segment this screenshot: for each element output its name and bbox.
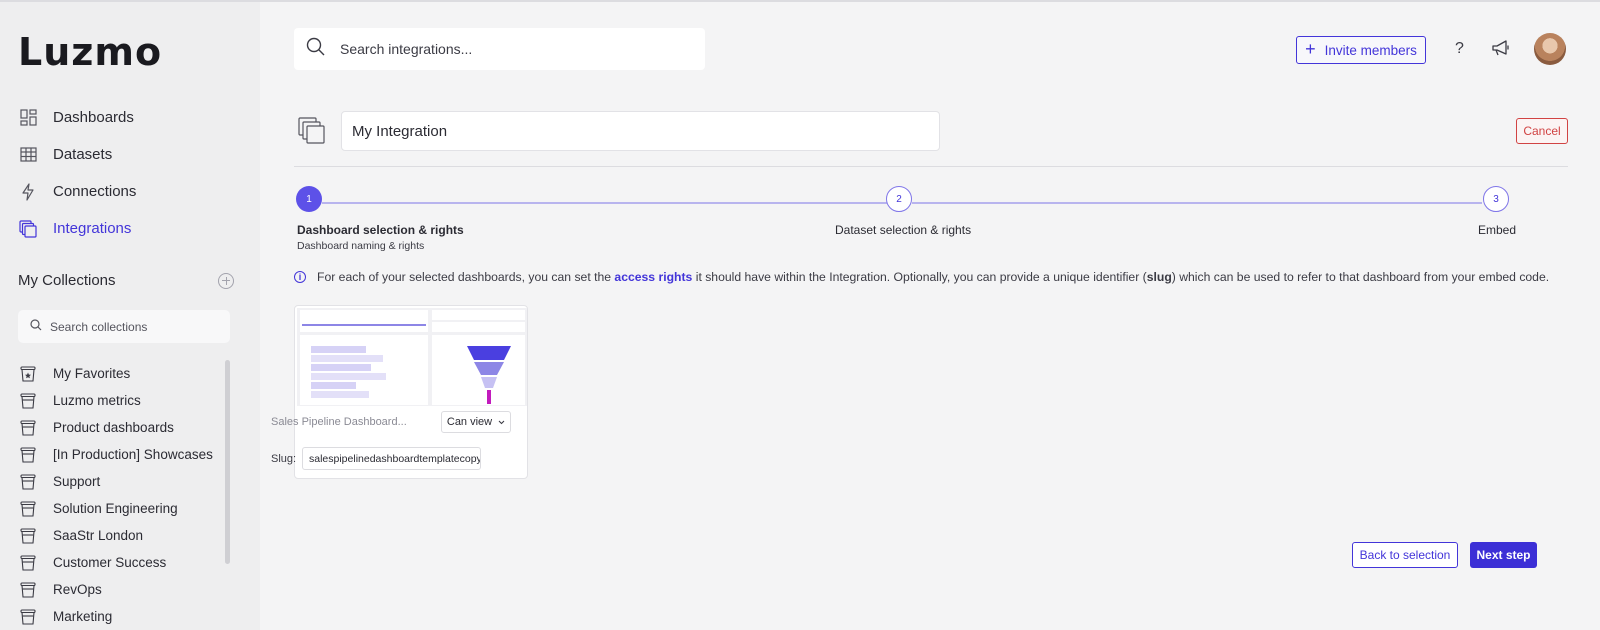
- info-text: it should have within the Integration. O…: [692, 270, 1147, 284]
- step-connector: [912, 202, 1482, 204]
- favorites-collection-icon: [20, 365, 37, 382]
- collection-item[interactable]: Customer Success: [20, 549, 220, 576]
- plus-icon: +: [1305, 38, 1316, 59]
- dashboard-thumbnail[interactable]: [297, 308, 527, 406]
- step-1-label: Dashboard selection & rights: [297, 223, 464, 237]
- step-1-circle[interactable]: 1: [296, 186, 322, 212]
- divider: [294, 166, 1568, 167]
- collection-icon: [20, 392, 37, 409]
- integration-name-input[interactable]: [341, 111, 940, 151]
- dashboards-icon: [18, 108, 38, 128]
- collections-search-input[interactable]: [50, 319, 220, 334]
- sidebar: Luzmo Dashboards Datasets Connections In…: [0, 0, 260, 630]
- collections-list: My Favorites Luzmo metrics Product dashb…: [20, 360, 220, 630]
- integrations-search: [294, 28, 705, 70]
- slug-label: Slug:: [271, 453, 297, 465]
- integration-icon: [298, 117, 326, 150]
- next-step-button[interactable]: Next step: [1470, 542, 1537, 568]
- step-3-circle[interactable]: 3: [1483, 186, 1509, 212]
- collection-icon: [20, 608, 37, 625]
- collection-label: Product dashboards: [53, 420, 174, 435]
- nav-label: Dashboards: [53, 109, 134, 126]
- collection-item[interactable]: Marketing: [20, 603, 220, 630]
- collections-header: My Collections: [18, 272, 234, 289]
- collection-icon: [20, 446, 37, 463]
- collection-icon: [20, 500, 37, 517]
- collection-label: [In Production] Showcases: [53, 447, 213, 462]
- collection-item[interactable]: SaaStr London: [20, 522, 220, 549]
- access-rights-link[interactable]: access rights: [614, 270, 692, 284]
- megaphone-icon[interactable]: [1492, 40, 1510, 61]
- collection-icon: [20, 473, 37, 490]
- help-icon[interactable]: ?: [1455, 40, 1464, 58]
- main-nav: Dashboards Datasets Connections Integrat…: [18, 99, 248, 247]
- invite-members-label: Invite members: [1324, 42, 1417, 58]
- collections-title: My Collections: [18, 272, 116, 289]
- permission-value: Can view: [446, 416, 493, 428]
- nav-item-dashboards[interactable]: Dashboards: [18, 99, 248, 136]
- collection-label: RevOps: [53, 582, 102, 597]
- nav-label: Integrations: [53, 220, 132, 237]
- step-2-label: Dataset selection & rights: [835, 223, 972, 237]
- collection-label: Solution Engineering: [53, 501, 178, 516]
- luzmo-logo[interactable]: Luzmo: [18, 30, 162, 74]
- collection-label: Marketing: [53, 609, 113, 624]
- info-text: ) which can be used to refer to that das…: [1171, 270, 1550, 284]
- permission-dropdown[interactable]: Can view: [441, 411, 511, 433]
- lightning-icon: [18, 182, 38, 202]
- collection-item[interactable]: Luzmo metrics: [20, 387, 220, 414]
- dashboard-name: Sales Pipeline Dashboard...: [271, 416, 407, 428]
- collection-icon: [20, 554, 37, 571]
- integrations-search-input[interactable]: [340, 41, 670, 57]
- back-to-selection-button[interactable]: Back to selection: [1352, 542, 1458, 568]
- integrations-icon: [18, 219, 38, 239]
- collection-item[interactable]: My Favorites: [20, 360, 220, 387]
- nav-item-datasets[interactable]: Datasets: [18, 136, 248, 173]
- main-content: + Invite members ? Cancel 1 2 3 Dashboar…: [260, 0, 1600, 630]
- step-3-label: Embed: [1478, 223, 1517, 237]
- slug-input[interactable]: [302, 447, 481, 470]
- collection-label: SaaStr London: [53, 528, 144, 543]
- step-connector: [322, 202, 888, 204]
- info-text: For each of your selected dashboards, yo…: [317, 270, 615, 284]
- invite-members-button[interactable]: + Invite members: [1296, 36, 1426, 64]
- collection-icon: [20, 527, 37, 544]
- collection-item[interactable]: Solution Engineering: [20, 495, 220, 522]
- cancel-button[interactable]: Cancel: [1516, 118, 1568, 144]
- info-message: i For each of your selected dashboards, …: [294, 270, 1584, 284]
- nav-label: Datasets: [53, 146, 113, 163]
- collection-label: Customer Success: [53, 555, 167, 570]
- chevron-down-icon: [498, 416, 505, 428]
- collection-icon: [20, 419, 37, 436]
- datasets-icon: [18, 145, 38, 165]
- nav-item-integrations[interactable]: Integrations: [18, 210, 248, 247]
- user-avatar[interactable]: [1534, 33, 1566, 65]
- collection-item[interactable]: Product dashboards: [20, 414, 220, 441]
- info-icon: i: [294, 271, 306, 283]
- add-collection-icon[interactable]: [218, 272, 234, 289]
- collection-label: Luzmo metrics: [53, 393, 141, 408]
- collections-search: [18, 310, 230, 343]
- collection-item[interactable]: RevOps: [20, 576, 220, 603]
- step-2-circle[interactable]: 2: [886, 186, 912, 212]
- search-icon: [30, 318, 42, 336]
- nav-label: Connections: [53, 183, 137, 200]
- collections-scrollbar[interactable]: [225, 360, 230, 564]
- collection-label: My Favorites: [53, 366, 131, 381]
- collection-label: Support: [53, 474, 101, 489]
- nav-item-connections[interactable]: Connections: [18, 173, 248, 210]
- step-1-sublabel: Dashboard naming & rights: [297, 240, 425, 252]
- slug-term: slug: [1146, 270, 1172, 284]
- collection-item[interactable]: [In Production] Showcases: [20, 441, 220, 468]
- search-icon: [306, 37, 325, 61]
- collection-item[interactable]: Support: [20, 468, 220, 495]
- collection-icon: [20, 581, 37, 598]
